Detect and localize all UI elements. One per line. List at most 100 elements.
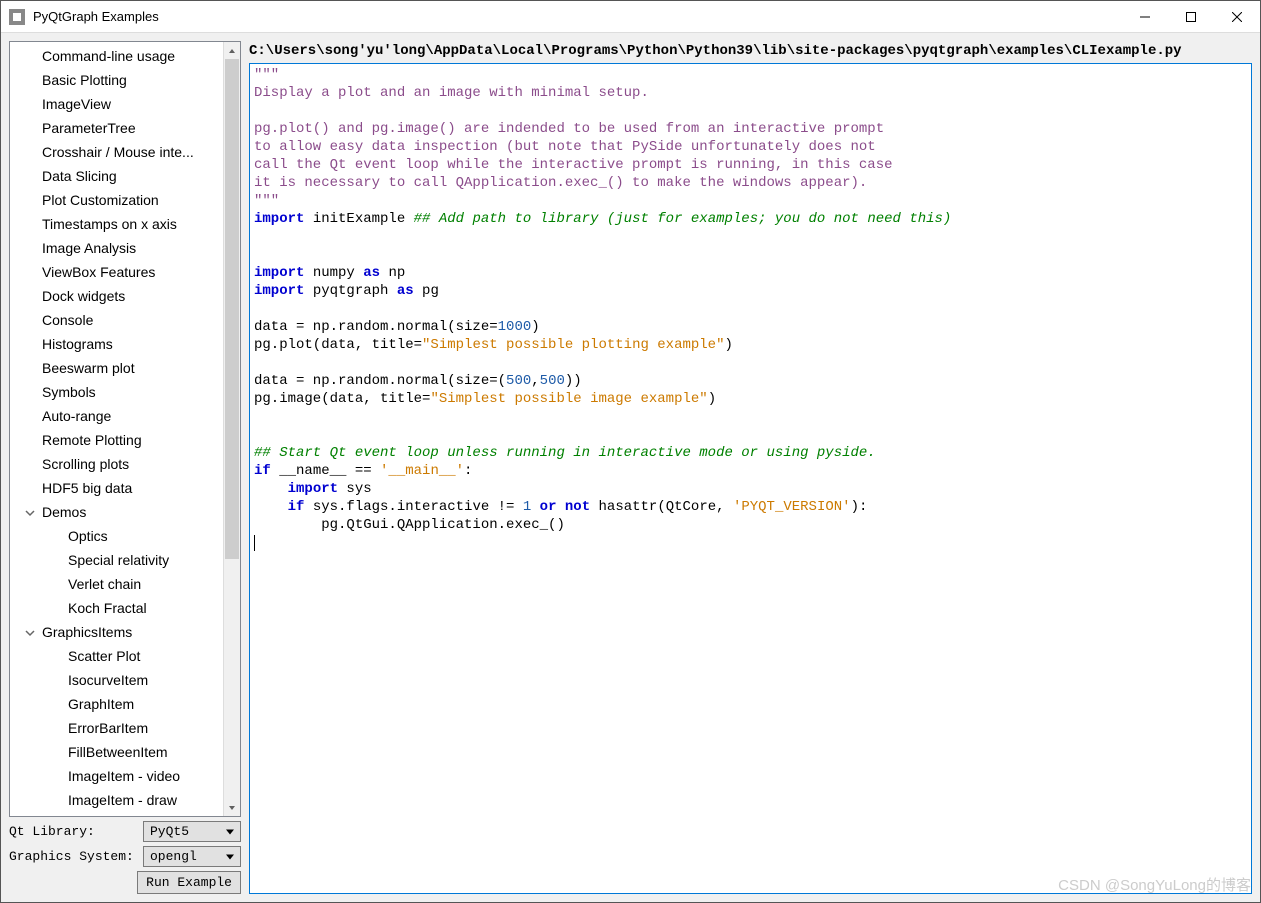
code-text: to allow easy data inspection (but note … <box>254 139 876 155</box>
code-string: "Simplest possible image example" <box>430 391 707 407</box>
tree-item[interactable]: Scatter Plot <box>10 644 240 668</box>
tree-item[interactable]: ImageItem - draw <box>10 788 240 812</box>
minimize-button[interactable] <box>1122 1 1168 33</box>
client-area: Command-line usageBasic PlottingImageVie… <box>1 33 1260 902</box>
qt-library-label: Qt Library: <box>9 824 139 839</box>
tree-item[interactable]: Plot Customization <box>10 188 240 212</box>
qt-library-combo[interactable]: PyQt5 <box>143 821 241 842</box>
code-keyword: import <box>254 283 304 299</box>
left-panel: Command-line usageBasic PlottingImageVie… <box>9 41 241 894</box>
tree-item[interactable]: IsocurveItem <box>10 668 240 692</box>
code-editor[interactable]: """ Display a plot and an image with min… <box>249 63 1252 894</box>
tree-item[interactable]: GraphItem <box>10 692 240 716</box>
graphics-system-combo[interactable]: opengl <box>143 846 241 867</box>
code-text: pg <box>414 283 439 299</box>
code-keyword: as <box>363 265 380 281</box>
code-text: numpy <box>304 265 363 281</box>
tree-item[interactable]: Histograms <box>10 332 240 356</box>
tree-item[interactable]: ParameterTree <box>10 116 240 140</box>
tree-item[interactable]: Region-of-Interest <box>10 812 240 817</box>
tree-item[interactable]: FillBetweenItem <box>10 740 240 764</box>
maximize-button[interactable] <box>1168 1 1214 33</box>
code-keyword: import <box>254 211 304 227</box>
text-cursor <box>254 535 255 551</box>
tree-item[interactable]: ErrorBarItem <box>10 716 240 740</box>
code-number: 500 <box>506 373 531 389</box>
code-keyword: import <box>288 481 338 497</box>
code-text: pg.plot() and pg.image() are indended to… <box>254 121 884 137</box>
tree-item[interactable]: Special relativity <box>10 548 240 572</box>
tree-item[interactable]: Basic Plotting <box>10 68 240 92</box>
app-icon <box>9 9 25 25</box>
tree-item[interactable]: Koch Fractal <box>10 596 240 620</box>
code-text: Display a plot and an image with minimal… <box>254 85 649 101</box>
code-text: : <box>464 463 472 479</box>
code-string: "Simplest possible plotting example" <box>422 337 724 353</box>
tree-item[interactable]: Remote Plotting <box>10 428 240 452</box>
code-text: ) <box>531 319 539 335</box>
code-string: '__main__' <box>380 463 464 479</box>
code-comment: ## Start Qt event loop unless running in… <box>254 445 876 461</box>
tree-item[interactable]: Dock widgets <box>10 284 240 308</box>
tree-item[interactable]: ViewBox Features <box>10 260 240 284</box>
tree-item[interactable]: Beeswarm plot <box>10 356 240 380</box>
graphics-system-row: Graphics System: opengl <box>9 846 241 867</box>
scroll-up-button[interactable] <box>224 42 240 59</box>
code-text: pg.QtGui.QApplication.exec_() <box>254 517 565 533</box>
code-text: np <box>380 265 405 281</box>
tree-scrollbar[interactable] <box>223 42 240 816</box>
code-number: 1000 <box>498 319 532 335</box>
chevron-down-icon[interactable] <box>24 504 36 516</box>
scroll-thumb[interactable] <box>225 59 239 559</box>
code-keyword: import <box>254 265 304 281</box>
tree-item[interactable]: ImageView <box>10 92 240 116</box>
code-text: it is necessary to call QApplication.exe… <box>254 175 867 191</box>
tree-item[interactable]: HDF5 big data <box>10 476 240 500</box>
run-row: Run Example <box>9 871 241 894</box>
code-text: initExample <box>304 211 413 227</box>
tree-item[interactable]: Command-line usage <box>10 44 240 68</box>
code-text: """ <box>254 193 279 209</box>
code-text: ): <box>851 499 868 515</box>
graphics-system-label: Graphics System: <box>9 849 139 864</box>
tree-item[interactable]: Symbols <box>10 380 240 404</box>
tree-item[interactable]: Auto-range <box>10 404 240 428</box>
code-text: __name__ == <box>271 463 380 479</box>
tree-item[interactable]: Console <box>10 308 240 332</box>
tree-group[interactable]: Demos <box>10 500 240 524</box>
window-title: PyQtGraph Examples <box>33 9 1122 24</box>
code-string: 'PYQT_VERSION' <box>733 499 851 515</box>
code-text: sys <box>338 481 372 497</box>
tree-item[interactable]: Timestamps on x axis <box>10 212 240 236</box>
code-text: sys.flags.interactive != <box>304 499 522 515</box>
code-text: pg.image(data, title= <box>254 391 430 407</box>
code-text: ) <box>708 391 716 407</box>
tree-item[interactable]: Data Slicing <box>10 164 240 188</box>
tree-item[interactable]: Optics <box>10 524 240 548</box>
code-comment: ## Add path to library (just for example… <box>414 211 952 227</box>
titlebar: PyQtGraph Examples <box>1 1 1260 33</box>
tree-group[interactable]: GraphicsItems <box>10 620 240 644</box>
code-number: 500 <box>540 373 565 389</box>
chevron-down-icon[interactable] <box>24 624 36 636</box>
code-text: , <box>531 373 539 389</box>
code-text: hasattr(QtCore, <box>590 499 733 515</box>
tree-item[interactable]: Scrolling plots <box>10 452 240 476</box>
code-text: data = np.random.normal(size= <box>254 319 498 335</box>
code-text: ) <box>724 337 732 353</box>
tree-item[interactable]: Verlet chain <box>10 572 240 596</box>
tree-item[interactable]: Image Analysis <box>10 236 240 260</box>
controls-panel: Qt Library: PyQt5 Graphics System: openg… <box>9 821 241 894</box>
scroll-down-button[interactable] <box>224 799 240 816</box>
code-text: call the Qt event loop while the interac… <box>254 157 893 173</box>
run-example-button[interactable]: Run Example <box>137 871 241 894</box>
code-keyword: if <box>254 463 271 479</box>
code-text: pg.plot(data, title= <box>254 337 422 353</box>
tree-item[interactable]: ImageItem - video <box>10 764 240 788</box>
file-path-label: C:\Users\song'yu'long\AppData\Local\Prog… <box>249 41 1252 61</box>
code-text: data = np.random.normal(size=( <box>254 373 506 389</box>
close-button[interactable] <box>1214 1 1260 33</box>
tree-item[interactable]: Crosshair / Mouse inte... <box>10 140 240 164</box>
right-panel: C:\Users\song'yu'long\AppData\Local\Prog… <box>249 41 1252 894</box>
examples-tree[interactable]: Command-line usageBasic PlottingImageVie… <box>9 41 241 817</box>
